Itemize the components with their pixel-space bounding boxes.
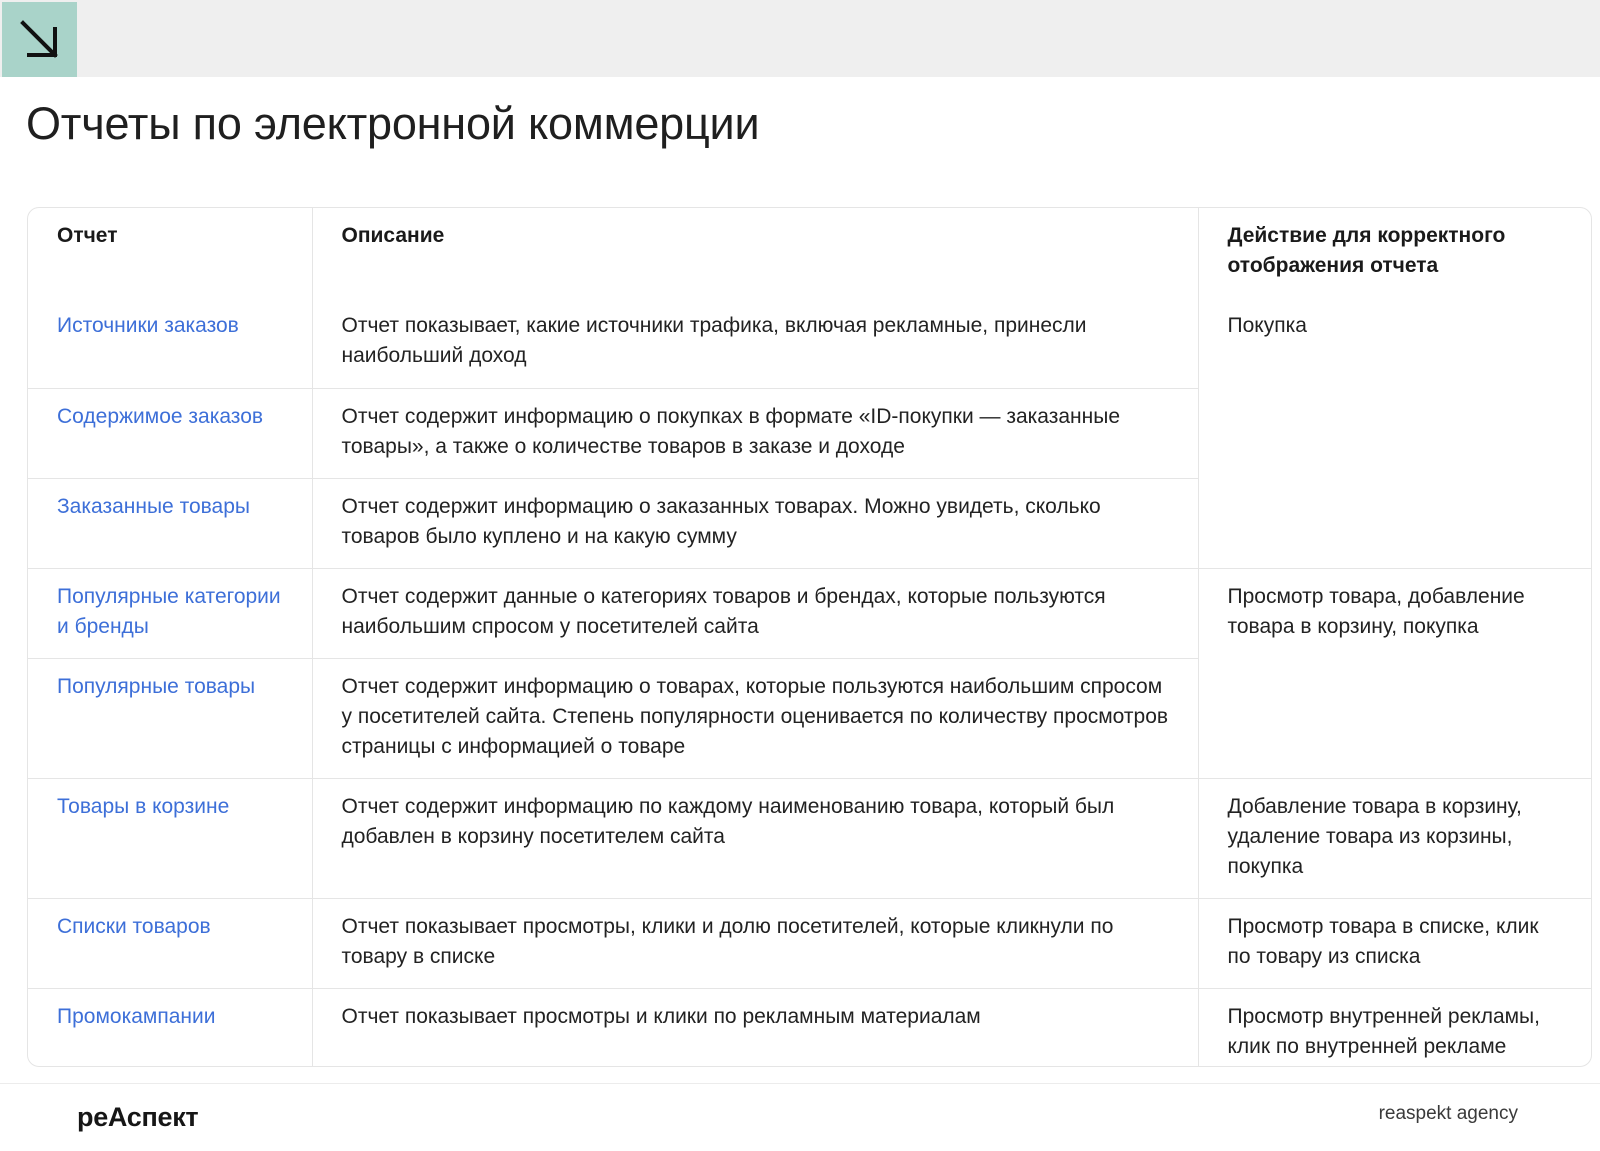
description-cell: Отчет содержит данные о категориях товар… [311, 568, 1198, 658]
table-row: Промокампании Отчет показывает просмотры… [28, 988, 1591, 1066]
report-link[interactable]: Содержимое заказов [57, 405, 263, 428]
column-header-action: Действие для корректного отображения отч… [1197, 208, 1591, 298]
report-cell: Заказанные товары [28, 478, 312, 568]
table-row: Популярные категории и бренды Отчет соде… [28, 568, 1591, 778]
top-bar [0, 0, 1600, 77]
description-cell: Отчет содержит информацию о заказанных т… [311, 478, 1198, 568]
action-cell: Покупка [1197, 298, 1591, 568]
description-cell: Отчет содержит информацию о покупках в ф… [311, 388, 1198, 478]
description-cell: Отчет содержит информацию о товарах, кот… [311, 658, 1198, 778]
report-link[interactable]: Заказанные товары [57, 495, 250, 518]
column-header-description: Описание [311, 208, 1198, 298]
report-link[interactable]: Популярные товары [57, 675, 255, 698]
description-cell: Отчет показывает просмотры, клики и долю… [311, 898, 1198, 988]
report-link[interactable]: Источники заказов [57, 314, 239, 337]
table-header-row: Отчет Описание Действие для корректного … [28, 208, 1591, 298]
reports-table: Отчет Описание Действие для корректного … [28, 208, 1591, 1066]
table-row: Списки товаров Отчет показывает просмотр… [28, 898, 1591, 988]
agency-label: reaspekt agency [1378, 1103, 1518, 1124]
action-cell: Просмотр внутренней рекламы, клик по вну… [1197, 988, 1591, 1066]
action-cell: Просмотр товара в списке, клик по товару… [1197, 898, 1591, 988]
arrow-down-right-icon [20, 20, 58, 58]
report-link[interactable]: Товары в корзине [57, 795, 229, 818]
description-cell: Отчет содержит информацию по каждому наи… [311, 778, 1198, 898]
report-link[interactable]: Промокампании [57, 1005, 215, 1028]
table-row: Источники заказов Отчет показывает, каки… [28, 298, 1591, 568]
corner-tile [2, 2, 77, 77]
report-cell: Популярные товары [28, 658, 312, 778]
action-cell: Просмотр товара, добавление товара в кор… [1197, 568, 1591, 778]
reports-table-card: Отчет Описание Действие для корректного … [27, 207, 1592, 1067]
report-cell: Содержимое заказов [28, 388, 312, 478]
report-cell: Товары в корзине [28, 778, 312, 898]
report-cell: Списки товаров [28, 898, 312, 988]
description-cell: Отчет показывает просмотры и клики по ре… [311, 988, 1198, 1066]
description-cell: Отчет показывает, какие источники трафик… [311, 298, 1198, 388]
report-cell: Промокампании [28, 988, 312, 1066]
page-title: Отчеты по электронной коммерции [26, 98, 760, 149]
report-cell: Популярные категории и бренды [28, 568, 312, 658]
table-row: Товары в корзине Отчет содержит информац… [28, 778, 1591, 898]
report-link[interactable]: Популярные категории и бренды [57, 585, 281, 638]
footer-divider [0, 1083, 1600, 1084]
brand-logo: реАспект [77, 1102, 199, 1132]
report-cell: Источники заказов [28, 298, 312, 388]
report-link[interactable]: Списки товаров [57, 915, 211, 938]
action-cell: Добавление товара в корзину, удаление то… [1197, 778, 1591, 898]
column-header-report: Отчет [57, 224, 118, 247]
